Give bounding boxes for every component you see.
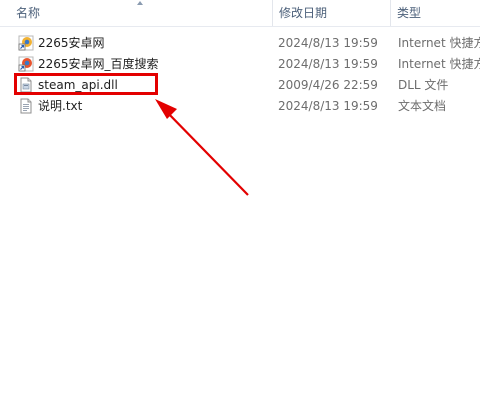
file-type: 文本文档 [398,99,447,113]
arrow-shaft [162,107,249,196]
file-date: 2024/8/13 19:59 [278,57,378,71]
file-name: 说明.txt [38,99,83,113]
file-row[interactable]: 2265安卓网_百度搜索 2024/8/13 19:59 Internet 快捷… [0,54,480,75]
file-row[interactable]: 说明.txt 2024/8/13 19:59 文本文档 [0,96,480,117]
file-row[interactable]: 2265安卓网 2024/8/13 19:59 Internet 快捷方 [0,33,480,54]
file-date: 2009/4/26 22:59 [278,78,378,92]
file-type: DLL 文件 [398,78,449,92]
file-type: Internet 快捷方 [398,36,480,50]
column-header-date[interactable]: 修改日期 [272,0,390,26]
text-file-icon [20,98,32,114]
file-name: 2265安卓网 [38,36,105,50]
file-name: 2265安卓网_百度搜索 [38,57,159,71]
sort-ascending-icon [137,1,143,5]
highlight-box [14,73,158,95]
column-header: 名称 修改日期 类型 [0,0,480,27]
internet-shortcut-icon [18,35,34,51]
file-type: Internet 快捷方 [398,57,480,71]
file-date: 2024/8/13 19:59 [278,99,378,113]
internet-shortcut-icon [18,56,34,72]
column-header-type[interactable]: 类型 [390,0,480,26]
file-date: 2024/8/13 19:59 [278,36,378,50]
